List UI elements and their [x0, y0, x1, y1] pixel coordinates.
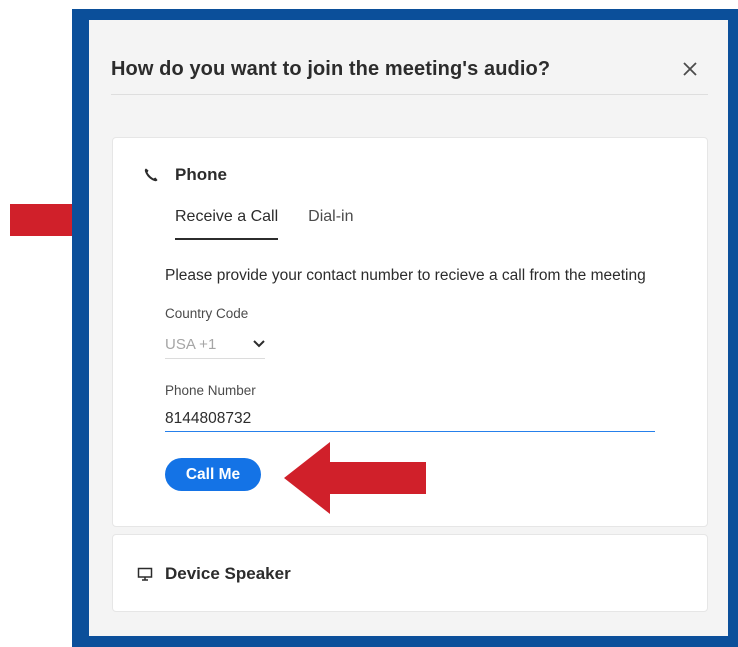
country-code-select[interactable]: USA +1	[165, 330, 265, 359]
close-button[interactable]	[680, 59, 700, 79]
title-divider	[111, 94, 708, 95]
annotation-arrow-button	[284, 442, 426, 514]
device-speaker-label: Device Speaker	[165, 564, 291, 583]
country-code-value: USA +1	[165, 335, 217, 353]
phone-number-input[interactable]	[165, 407, 655, 432]
dialog-title: How do you want to join the meeting's au…	[111, 58, 551, 80]
call-me-button[interactable]: Call Me	[165, 458, 261, 491]
dialog-frame: How do you want to join the meeting's au…	[72, 9, 738, 647]
speaker-header: Device Speaker	[137, 564, 291, 584]
phone-tabs: Receive a Call Dial-in	[175, 208, 384, 240]
phone-icon	[144, 168, 158, 182]
country-code-label: Country Code	[165, 306, 249, 321]
phone-number-label: Phone Number	[165, 383, 256, 398]
chevron-down-icon	[253, 340, 265, 348]
phone-header[interactable]: Phone	[143, 165, 227, 185]
monitor-icon	[137, 567, 153, 581]
audio-dialog: How do you want to join the meeting's au…	[89, 20, 728, 636]
tab-receive-a-call[interactable]: Receive a Call	[175, 208, 279, 240]
close-icon	[683, 62, 697, 76]
tab-dial-in[interactable]: Dial-in	[308, 208, 353, 240]
phone-description: Please provide your contact number to re…	[165, 267, 646, 284]
phone-label: Phone	[175, 165, 227, 184]
device-speaker-card[interactable]: Device Speaker	[112, 534, 708, 612]
